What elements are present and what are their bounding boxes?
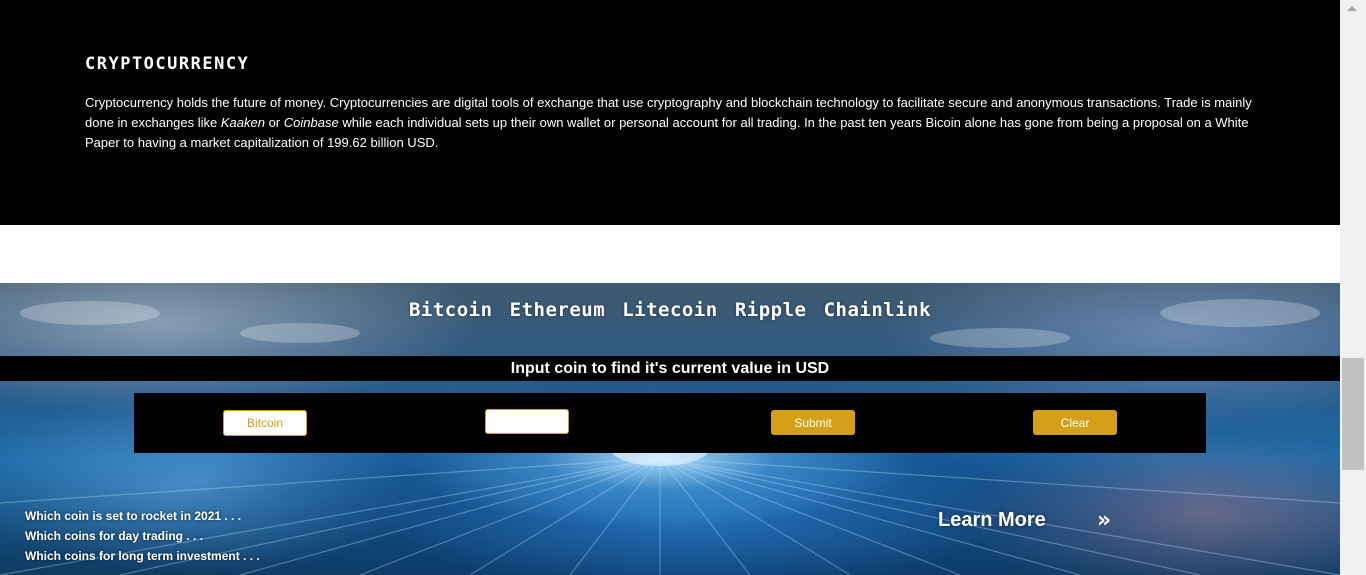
teaser-link-day-trading[interactable]: Which coins for day trading . . . <box>25 526 260 546</box>
teaser-list: Which coin is set to rocket in 2021 . . … <box>25 506 260 566</box>
intro-title: CRYPTOCURRENCY <box>85 54 250 74</box>
converter-prompt: Input coin to find it's current value in… <box>0 356 1340 381</box>
nav-ethereum-link[interactable]: Ethereum <box>510 299 606 321</box>
nav-chainlink-link[interactable]: Chainlink <box>824 299 931 321</box>
scrollbar-thumb[interactable] <box>1342 358 1364 470</box>
nav-bitcoin-link[interactable]: Bitcoin <box>409 299 493 321</box>
clear-button[interactable]: Clear <box>1033 410 1117 435</box>
intro-text-part: or <box>264 115 284 130</box>
double-chevron-right-icon[interactable]: » <box>1097 508 1111 533</box>
intro-section: CRYPTOCURRENCY Cryptocurrency holds the … <box>0 0 1340 225</box>
coin-input[interactable] <box>223 410 307 436</box>
usd-value-field[interactable] <box>485 409 569 434</box>
learn-more-link[interactable]: Learn More <box>938 509 1046 532</box>
nav-ripple-link[interactable]: Ripple <box>735 299 807 321</box>
submit-button[interactable]: Submit <box>771 410 855 435</box>
teaser-link-rocket-2021[interactable]: Which coin is set to rocket in 2021 . . … <box>25 506 260 526</box>
nav-litecoin-link[interactable]: Litecoin <box>622 299 718 321</box>
coin-nav: Bitcoin Ethereum Litecoin Ripple Chainli… <box>0 299 1340 321</box>
converter-form: Submit Clear <box>134 393 1206 453</box>
section-spacer <box>0 225 1340 283</box>
coinbase-exchange-name: Coinbase <box>283 115 339 130</box>
page-scrollbar[interactable] <box>1340 0 1366 575</box>
scroll-up-arrow-icon[interactable] <box>1347 6 1357 11</box>
teaser-link-long-term[interactable]: Which coins for long term investment . .… <box>25 546 260 566</box>
hero-section: Bitcoin Ethereum Litecoin Ripple Chainli… <box>0 283 1340 575</box>
kaaken-exchange-name: Kaaken <box>220 115 265 130</box>
intro-paragraph: Cryptocurrency holds the future of money… <box>85 93 1265 153</box>
